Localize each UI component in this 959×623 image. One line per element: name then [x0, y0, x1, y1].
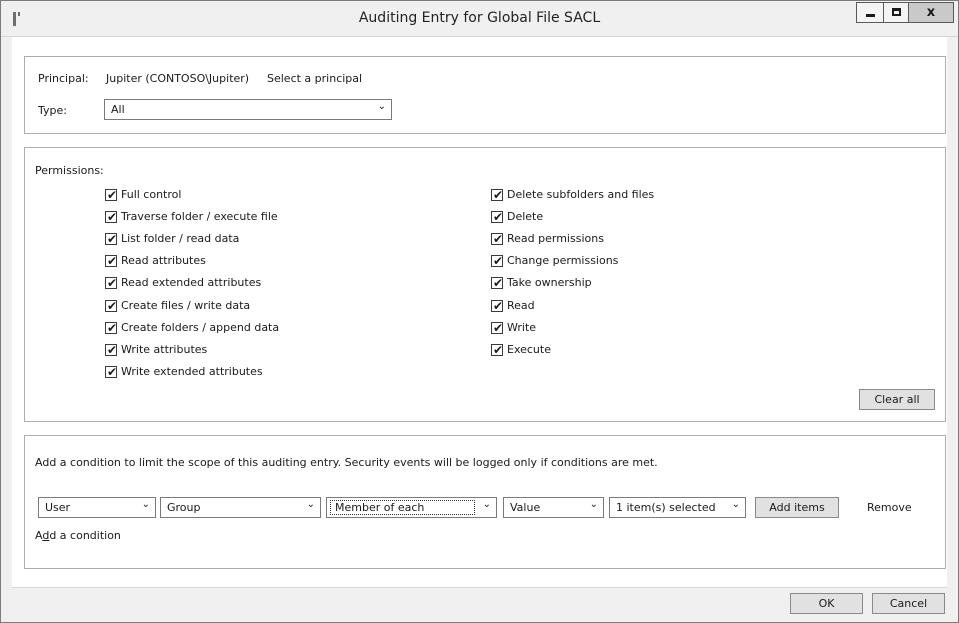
checkbox-box[interactable]: ✔ — [105, 210, 118, 225]
checkbox-box[interactable]: ✔ — [491, 298, 504, 313]
chevron-down-icon: ⌄ — [589, 499, 598, 510]
checkmark-icon: ✔ — [106, 210, 118, 225]
remove-condition-link[interactable]: Remove — [867, 501, 912, 514]
checkbox-box[interactable]: ✔ — [105, 276, 118, 291]
permission-label: Read permissions — [507, 232, 604, 246]
checkbox-box[interactable]: ✔ — [105, 232, 118, 247]
permission-label: Create files / write data — [121, 298, 251, 312]
add-condition-rest: d a condition — [49, 529, 121, 542]
permission-label: Execute — [507, 342, 551, 356]
checkbox-box[interactable]: ✔ — [491, 320, 504, 335]
checkbox-box[interactable]: ✔ — [491, 210, 504, 225]
permission-label: Read extended attributes — [121, 276, 262, 290]
checkmark-icon: ✔ — [106, 364, 118, 379]
checkbox-box[interactable]: ✔ — [105, 188, 118, 202]
permission-label: Change permissions — [507, 254, 619, 268]
title-bar[interactable]: Auditing Entry for Global File SACL x — [1, 1, 958, 37]
checkbox-box[interactable]: ✔ — [105, 298, 118, 313]
attribute-source-dropdown[interactable]: User ⌄ — [38, 497, 156, 518]
checkmark-icon: ✔ — [106, 320, 118, 335]
checkmark-icon: ✔ — [106, 276, 118, 291]
permissions-label: Permissions: — [35, 164, 104, 177]
maximize-icon — [892, 8, 901, 16]
permission-label: Read attributes — [121, 254, 206, 268]
value-type-dropdown[interactable]: Value ⌄ — [503, 497, 604, 518]
add-condition-link[interactable]: Add a condition — [35, 529, 121, 542]
permission-label: Delete — [507, 210, 544, 224]
permission-label: List folder / read data — [121, 232, 240, 246]
type-label: Type: — [38, 104, 67, 117]
select-principal-link[interactable]: Select a principal — [267, 72, 362, 85]
checkmark-icon: ✔ — [106, 232, 118, 247]
checkmark-icon: ✔ — [106, 254, 118, 269]
checkbox-box[interactable]: ✔ — [491, 232, 504, 247]
attribute-value: Group — [167, 501, 201, 514]
dialog-content: Principal: Jupiter (CONTOSO\Jupiter) Sel… — [12, 37, 947, 587]
checkmark-icon: ✔ — [106, 342, 118, 357]
close-icon: x — [926, 5, 936, 20]
permission-label: Read — [507, 298, 535, 312]
value-type-value: Value — [510, 501, 541, 514]
checkbox-box[interactable]: ✔ — [491, 342, 504, 357]
checkbox-box[interactable]: ✔ — [491, 254, 504, 269]
checkmark-icon: ✔ — [492, 298, 504, 313]
condition-panel: Add a condition to limit the scope of th… — [24, 435, 946, 569]
chevron-down-icon: ⌄ — [482, 499, 491, 510]
checkmark-icon: ✔ — [492, 320, 504, 335]
permissions-panel: Permissions: ✔ Full control ✔ Traverse fold… — [24, 147, 946, 422]
operator-value: Member of each — [330, 500, 475, 515]
checkmark-icon: ✔ — [492, 210, 504, 225]
checkmark-icon: ✔ — [106, 188, 118, 202]
clear-all-button[interactable]: Clear all — [859, 389, 935, 410]
checkmark-icon: ✔ — [492, 188, 504, 202]
checkbox-box[interactable]: ✔ — [105, 320, 118, 335]
add-items-button[interactable]: Add items — [755, 497, 839, 518]
principal-label: Principal: — [38, 72, 89, 85]
checkmark-icon: ✔ — [492, 232, 504, 247]
operator-dropdown[interactable]: Member of each ⌄ — [326, 497, 497, 518]
minimize-button[interactable] — [856, 2, 884, 23]
dialog-footer: OK Cancel — [12, 587, 947, 622]
dialog-window: Auditing Entry for Global File SACL x Pr… — [0, 0, 959, 623]
permission-label: Write extended attributes — [121, 364, 263, 378]
permission-label: Create folders / append data — [121, 320, 280, 334]
permission-label: Delete subfolders and files — [507, 188, 655, 201]
app-icon — [13, 12, 22, 26]
chevron-down-icon: ⌄ — [731, 499, 740, 510]
attribute-source-value: User — [45, 501, 71, 514]
permission-label: Full control — [121, 188, 182, 201]
value-items-dropdown[interactable]: 1 item(s) selected ⌄ — [609, 497, 746, 518]
permission-label: Traverse folder / execute file — [121, 210, 278, 224]
chevron-down-icon: ⌄ — [306, 499, 315, 510]
checkmark-icon: ✔ — [492, 342, 504, 357]
checkmark-icon: ✔ — [106, 298, 118, 313]
value-items-value: 1 item(s) selected — [616, 501, 716, 514]
close-button[interactable]: x — [908, 2, 954, 23]
minimize-icon — [866, 14, 875, 17]
chevron-down-icon: ⌄ — [141, 499, 150, 510]
checkbox-box[interactable]: ✔ — [105, 254, 118, 269]
cancel-button[interactable]: Cancel — [872, 593, 945, 614]
permission-label: Write — [507, 320, 537, 334]
checkmark-icon: ✔ — [492, 254, 504, 269]
type-dropdown-value: All — [111, 103, 125, 116]
checkbox-box[interactable]: ✔ — [491, 276, 504, 291]
checkbox-box[interactable]: ✔ — [105, 342, 118, 357]
type-dropdown[interactable]: All ⌄ — [104, 99, 392, 120]
maximize-button[interactable] — [883, 2, 909, 23]
attribute-dropdown[interactable]: Group ⌄ — [160, 497, 321, 518]
window-title: Auditing Entry for Global File SACL — [358, 10, 601, 26]
principal-panel: Principal: Jupiter (CONTOSO\Jupiter) Sel… — [24, 56, 946, 134]
principal-value: Jupiter (CONTOSO\Jupiter) — [106, 72, 250, 85]
checkmark-icon: ✔ — [492, 276, 504, 291]
chevron-down-icon: ⌄ — [377, 101, 386, 112]
permission-label: Write attributes — [121, 342, 208, 356]
permission-label: Take ownership — [507, 276, 592, 290]
checkbox-box[interactable]: ✔ — [491, 188, 504, 202]
ok-button[interactable]: OK — [790, 593, 863, 614]
checkbox-box[interactable]: ✔ — [105, 364, 118, 379]
condition-description: Add a condition to limit the scope of th… — [35, 456, 658, 469]
